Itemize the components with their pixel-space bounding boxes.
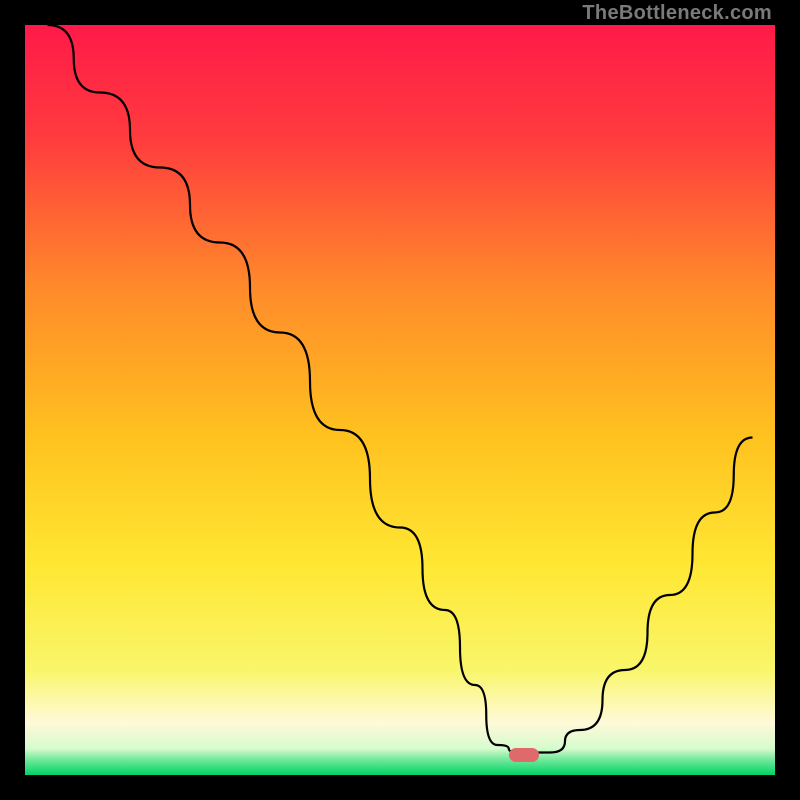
gradient-background [25, 25, 775, 775]
optimal-marker [509, 748, 539, 762]
watermark-text: TheBottleneck.com [582, 2, 772, 25]
chart-frame [25, 25, 775, 775]
